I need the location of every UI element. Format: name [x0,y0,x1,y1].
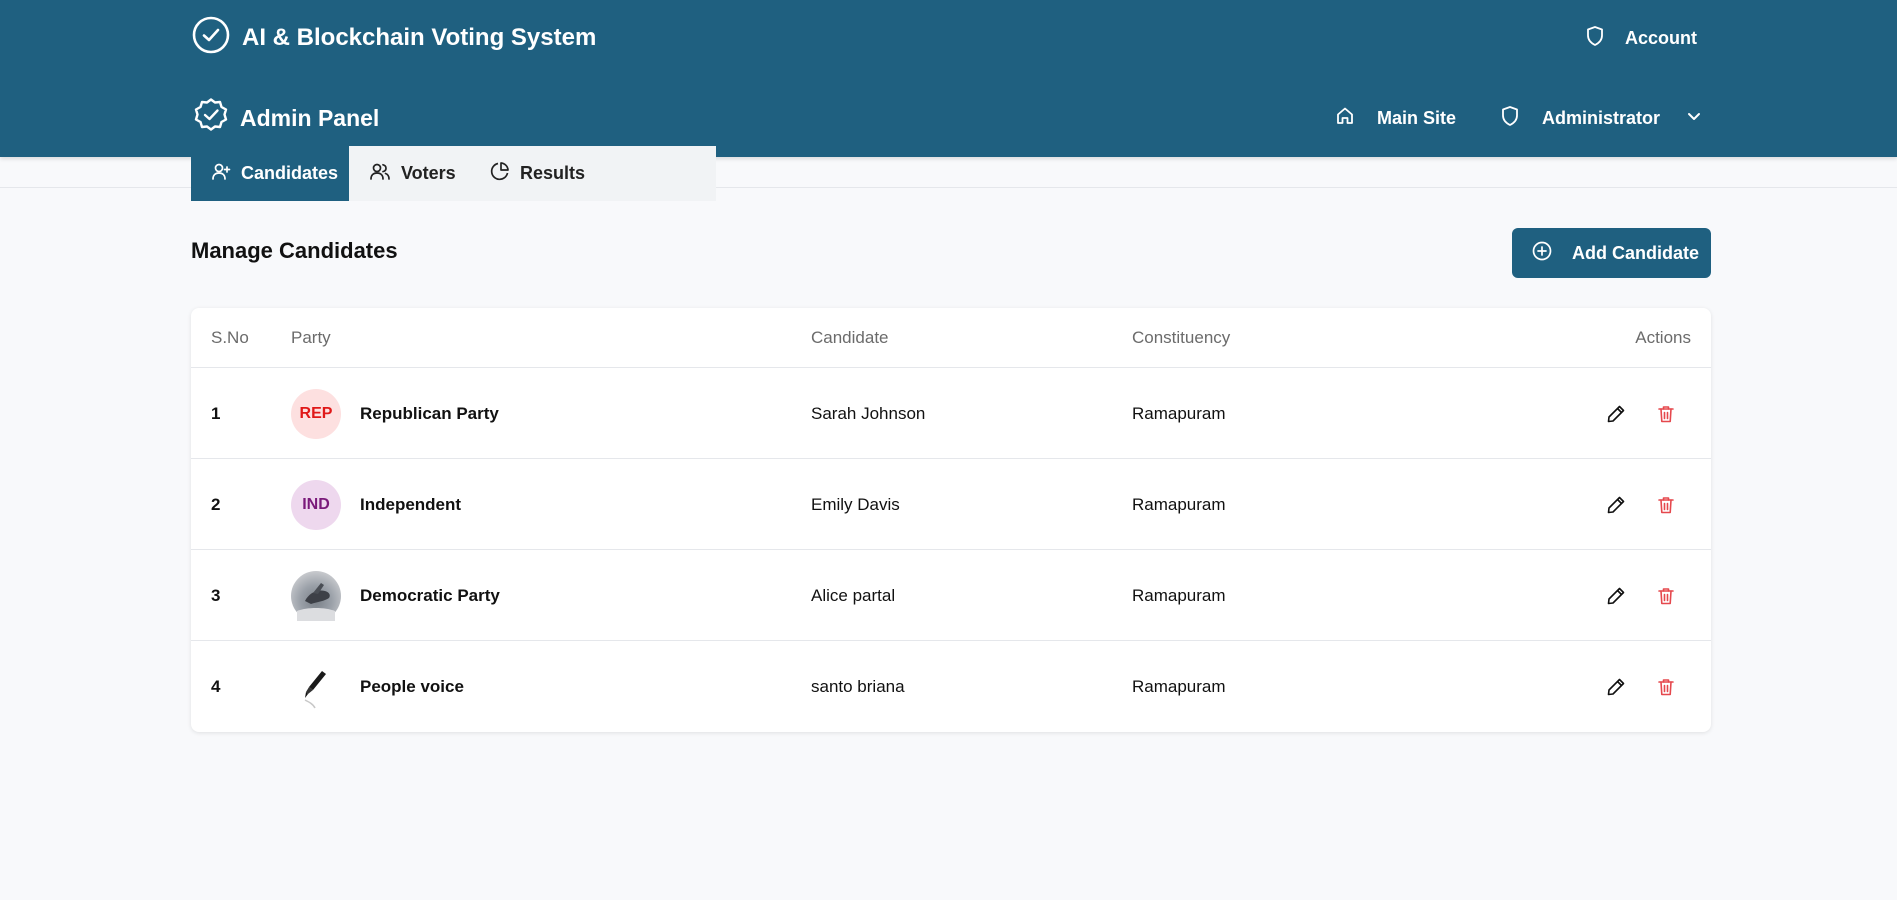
pencil-icon[interactable] [1605,494,1627,516]
row-candidate: santo briana [811,676,905,696]
account-label: Account [1625,27,1697,48]
trash-icon[interactable] [1655,585,1677,607]
panel-title: Admin Panel [240,104,380,131]
column-header-sno: S.No [211,328,249,347]
row-sno: 3 [211,585,221,605]
row-actions [1605,641,1677,732]
table-row: 4 People voice santo briana Ramapuram [191,641,1711,732]
tab-voters[interactable]: Voters [349,146,470,201]
tab-label: Results [520,163,586,183]
party-name: Democratic Party [360,585,500,605]
row-candidate: Sarah Johnson [811,403,926,423]
trash-icon[interactable] [1655,403,1677,425]
trash-icon[interactable] [1655,676,1677,698]
administrator-label: Administrator [1542,107,1661,128]
admin-tabs: Candidates Voters Results [191,146,716,201]
tab-label: Candidates [241,163,339,183]
party-logo: REP [291,388,341,439]
row-party: IND Independent [291,459,461,550]
party-logo-image [291,570,341,621]
row-party: Democratic Party [291,550,500,641]
table-row: 3 Democratic Party Alice partal Ramapura… [191,550,1711,641]
main-site-link[interactable]: Main Site [1335,104,1456,132]
admin-panel-brand: Admin Panel [193,98,379,138]
row-sno: 4 [211,676,221,696]
top-header: AI & Blockchain Voting System Account Ad… [0,0,1897,157]
add-candidate-button[interactable]: Add Candidate [1512,228,1711,278]
column-header-constituency: Constituency [1132,328,1231,347]
party-logo-image [291,661,341,712]
page-title: Manage Candidates [191,238,398,263]
tab-label: Voters [401,163,456,183]
plus-circle-icon [1532,241,1552,266]
check-circle-icon [191,15,231,62]
candidates-table: S.No Party Candidate Constituency Action… [191,308,1711,732]
pie-chart-icon [490,161,510,186]
column-header-actions: Actions [1635,328,1691,347]
account-link[interactable]: Account [1585,24,1697,52]
pencil-icon[interactable] [1605,585,1627,607]
column-header-candidate: Candidate [811,328,889,347]
tab-results[interactable]: Results [470,146,716,201]
row-constituency: Ramapuram [1132,585,1226,605]
row-constituency: Ramapuram [1132,403,1226,423]
row-sno: 1 [211,403,221,423]
row-candidate: Emily Davis [811,494,900,514]
chevron-down-icon[interactable] [1686,108,1702,129]
party-logo: IND [291,479,341,530]
column-header-party: Party [291,328,331,347]
trash-icon[interactable] [1655,494,1677,516]
party-name: Independent [360,494,462,514]
administrator-menu[interactable]: Administrator [1500,104,1702,132]
user-plus-icon [211,161,231,186]
users-icon [369,161,391,186]
row-party: REP Republican Party [291,368,499,459]
shield-icon [1500,105,1520,132]
app-title: AI & Blockchain Voting System [242,24,597,51]
table-header: S.No Party Candidate Constituency Action… [191,308,1711,368]
app-brand[interactable]: AI & Blockchain Voting System [191,16,597,58]
pencil-icon[interactable] [1605,676,1627,698]
add-candidate-label: Add Candidate [1572,242,1700,263]
row-actions [1605,368,1677,459]
main-site-label: Main Site [1377,107,1457,128]
party-name: Republican Party [360,403,499,423]
table-row: 2 IND Independent Emily Davis Ramapuram [191,459,1711,550]
row-candidate: Alice partal [811,585,896,605]
pencil-icon[interactable] [1605,403,1627,425]
row-constituency: Ramapuram [1132,494,1226,514]
shield-icon [1585,25,1605,52]
tab-candidates[interactable]: Candidates [191,146,349,201]
home-icon [1335,106,1355,131]
row-actions [1605,459,1677,550]
row-constituency: Ramapuram [1132,676,1226,696]
party-name: People voice [360,676,464,696]
row-party: People voice [291,641,464,732]
badge-check-icon [193,97,229,139]
row-actions [1605,550,1677,641]
row-sno: 2 [211,494,221,514]
table-row: 1 REP Republican Party Sarah Johnson Ram… [191,368,1711,459]
